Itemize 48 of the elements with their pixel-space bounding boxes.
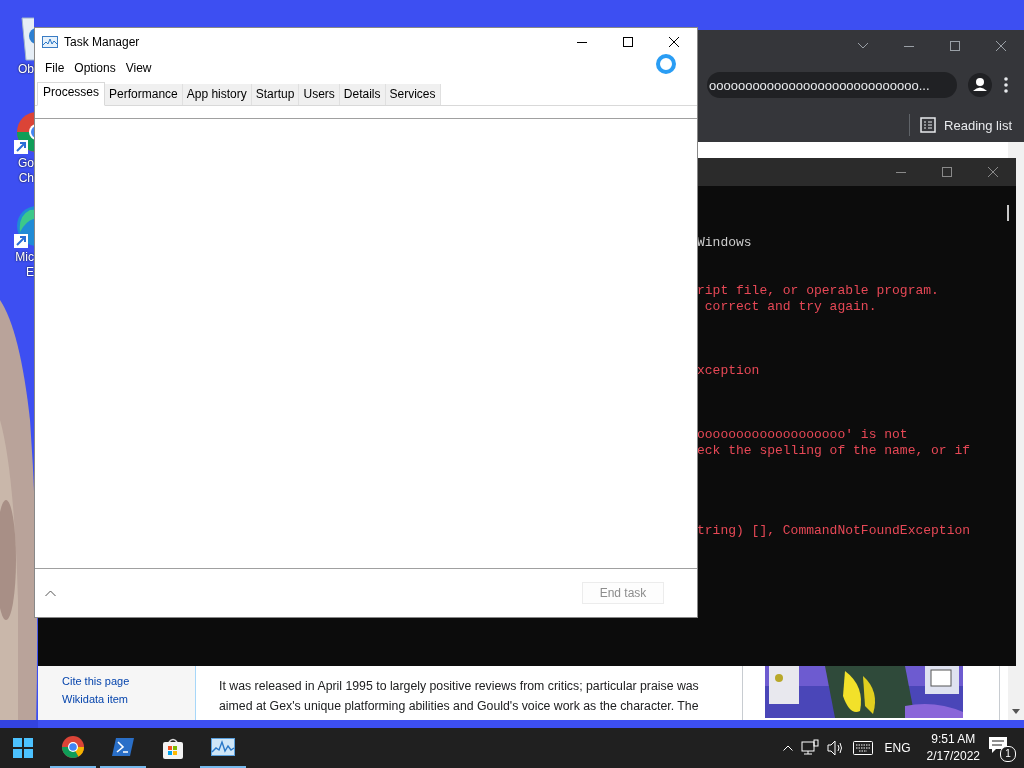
- notification-count: 1: [1000, 746, 1016, 762]
- profile-icon[interactable]: [968, 73, 992, 97]
- console-line: ript file, or operable program.: [697, 283, 940, 299]
- console-line: tring) [], CommandNotFoundException: [697, 523, 972, 539]
- console-line: ooooooooooooooooooo' is not: [697, 427, 909, 443]
- chart-icon[interactable]: [211, 738, 235, 756]
- tab[interactable]: App history: [182, 84, 252, 105]
- close-icon[interactable]: [669, 37, 679, 47]
- icon-label: Ob: [18, 62, 34, 77]
- console-line: xception: [697, 363, 761, 379]
- tab[interactable]: Users: [299, 84, 340, 105]
- menu-icon[interactable]: [1004, 77, 1008, 93]
- scroll-down-icon[interactable]: [1012, 709, 1020, 714]
- bookmark-link[interactable]: Reading list: [944, 117, 1012, 133]
- sidebar-link[interactable]: Cite this page: [62, 674, 195, 688]
- terminal-icon[interactable]: [112, 737, 134, 757]
- network-icon[interactable]: [800, 739, 819, 757]
- console-line: eck the spelling of the name, or if: [697, 443, 972, 459]
- start-icon[interactable]: [13, 738, 33, 758]
- minimize-icon[interactable]: [577, 41, 587, 43]
- clock-date[interactable]: 2/17/2022: [926, 748, 980, 765]
- shopping-bag-icon[interactable]: [162, 737, 184, 759]
- console-line: Windows: [697, 235, 753, 251]
- browser-icon[interactable]: [62, 736, 84, 758]
- app-icon: [42, 36, 58, 48]
- language-indicator[interactable]: ENG: [880, 741, 915, 755]
- menu-item[interactable]: File: [40, 61, 70, 75]
- icon-label: Mic E: [15, 250, 34, 280]
- list-icon[interactable]: [920, 117, 937, 133]
- tab[interactable]: Processes: [37, 82, 106, 106]
- clock-time[interactable]: 9:51 AM: [931, 731, 976, 748]
- tab[interactable]: Services: [385, 84, 441, 105]
- menu-item[interactable]: Options: [69, 61, 121, 75]
- console-line: correct and try again.: [703, 299, 878, 315]
- window-title: Task Manager: [64, 35, 141, 49]
- menu-item[interactable]: View: [120, 61, 157, 75]
- tab[interactable]: Details: [339, 84, 386, 105]
- volume-icon[interactable]: [826, 740, 845, 756]
- address-bar[interactable]: ooooooooooooooooooooooooooooo...: [707, 72, 957, 98]
- tab[interactable]: Performance: [105, 84, 183, 105]
- keyboard-icon[interactable]: [852, 741, 873, 755]
- caret-icon[interactable]: [857, 42, 869, 50]
- sidebar-link[interactable]: Wikidata item: [62, 692, 195, 706]
- maximize-icon[interactable]: [623, 37, 633, 47]
- tab[interactable]: Startup: [251, 84, 300, 105]
- scrollbar-thumb[interactable]: [1007, 205, 1009, 221]
- icon-label: Go Ch: [18, 156, 34, 186]
- paragraph: It was released in April 1995 to largely positive reviews from critics; particular praise was aimed at Gex's unique platforming abilities and Gould's voice work as the character. The: [218, 678, 700, 715]
